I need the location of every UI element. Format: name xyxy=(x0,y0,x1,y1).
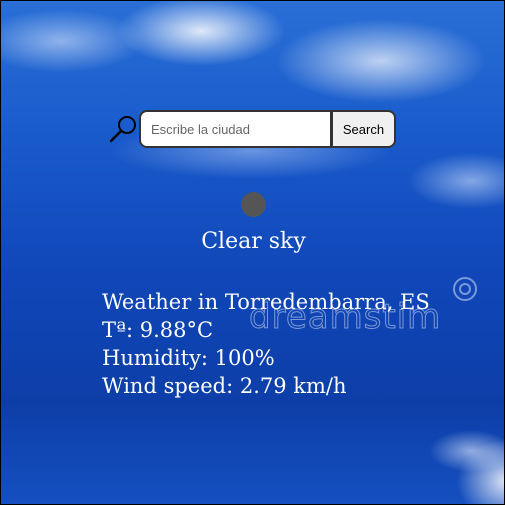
wind-speed-line: Wind speed: 2.79 km/h xyxy=(102,374,347,398)
weather-info: Weather in Torredembarra, ES Tª: 9.88°C … xyxy=(102,288,430,400)
magnifier-icon xyxy=(109,114,139,144)
humidity-line: Humidity: 100% xyxy=(102,346,275,370)
weather-status-icon xyxy=(241,192,266,217)
search-bar: Search xyxy=(109,110,396,148)
watermark-logo-icon xyxy=(453,277,477,301)
weather-app-background: dreamstim Search Clear sky Weather in To… xyxy=(0,0,505,505)
location-line: Weather in Torredembarra, ES xyxy=(102,290,430,314)
search-button[interactable]: Search xyxy=(331,110,396,148)
weather-description: Clear sky xyxy=(201,229,306,254)
city-search-input[interactable] xyxy=(139,110,332,148)
temperature-line: Tª: 9.88°C xyxy=(102,318,214,342)
